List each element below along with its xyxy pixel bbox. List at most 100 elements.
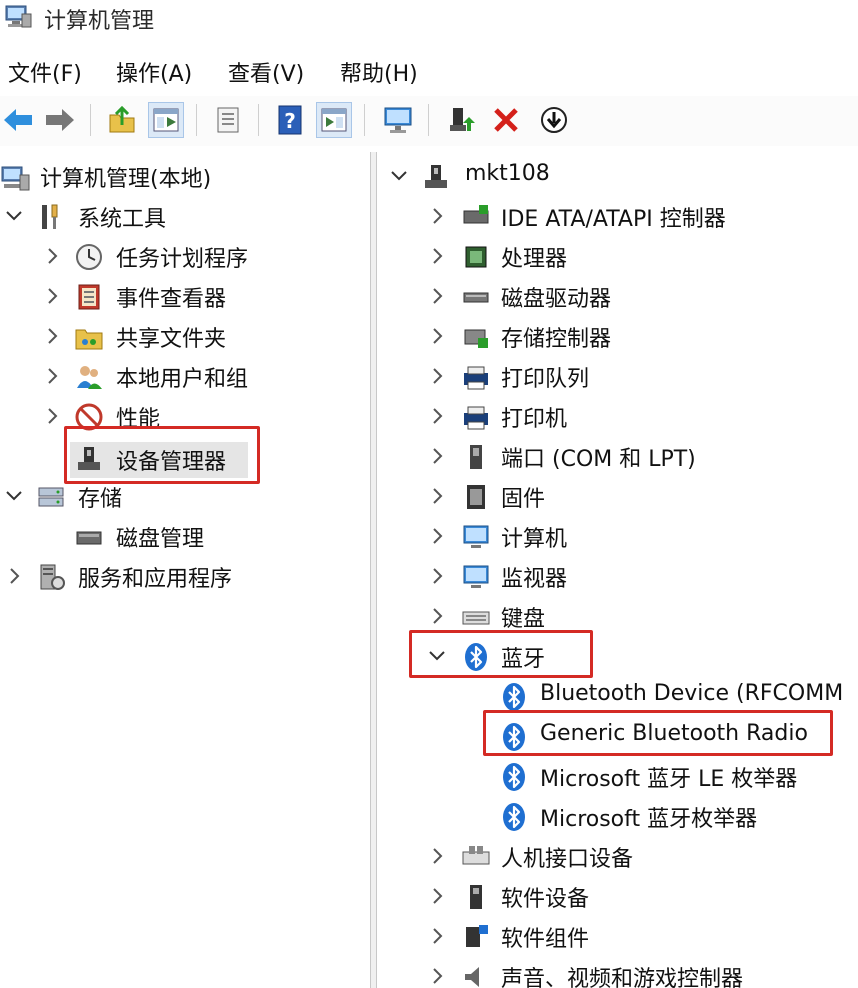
tree-item-system-tools[interactable]: 系统工具 <box>0 198 370 236</box>
chevron-right-icon[interactable] <box>427 486 447 506</box>
chevron-right-icon[interactable] <box>427 446 447 466</box>
chevron-right-icon[interactable] <box>427 206 447 226</box>
bluetooth-ms-enumerator[interactable]: Microsoft 蓝牙枚举器 <box>377 798 858 836</box>
uninstall-device-button[interactable] <box>488 102 524 138</box>
firmware-icon <box>467 485 485 509</box>
computer-name: mkt108 <box>465 161 550 186</box>
chevron-right-icon[interactable] <box>427 406 447 426</box>
device-label: Microsoft 蓝牙 LE 枚举器 <box>540 767 798 792</box>
category-label: 声音、视频和游戏控制器 <box>501 967 744 988</box>
chevron-right-icon[interactable] <box>427 326 447 346</box>
computer-device-icon <box>425 165 447 188</box>
chevron-right-icon[interactable] <box>42 406 62 426</box>
toolbar: ? <box>0 96 858 146</box>
menu-help[interactable]: 帮助(H) <box>340 56 418 88</box>
category-label: 处理器 <box>501 247 568 272</box>
action-pane-button[interactable] <box>316 102 352 138</box>
chevron-down-icon[interactable] <box>389 166 409 186</box>
category-item[interactable]: 固件 <box>377 478 858 516</box>
tools-icon <box>42 204 58 229</box>
chevron-down-icon[interactable] <box>4 486 24 506</box>
menu-view[interactable]: 查看(V) <box>228 56 304 88</box>
pane-splitter[interactable] <box>370 152 377 988</box>
uninstall-icon <box>494 108 518 132</box>
tree-item-shared-folders[interactable]: 共享文件夹 <box>0 318 370 356</box>
category-item[interactable]: 存储控制器 <box>377 318 858 356</box>
chevron-right-icon[interactable] <box>427 886 447 906</box>
disable-device-button[interactable] <box>536 102 572 138</box>
chevron-right-icon[interactable] <box>427 566 447 586</box>
category-item[interactable]: 打印队列 <box>377 358 858 396</box>
category-item[interactable]: 监视器 <box>377 558 858 596</box>
disk-icon <box>76 531 102 545</box>
chevron-right-icon[interactable] <box>42 286 62 306</box>
computer-icon <box>463 525 489 548</box>
tree-item-services-apps[interactable]: 服务和应用程序 <box>0 558 370 596</box>
properties-button[interactable] <box>210 102 246 138</box>
show-hide-tree-button[interactable] <box>148 102 184 138</box>
device-tree-pane: mkt108 IDE ATA/ATAPI 控制器处理器磁盘驱动器 存储控制器打印队… <box>377 152 858 988</box>
category-item[interactable]: 软件组件 <box>377 918 858 956</box>
category-item[interactable]: 计算机 <box>377 518 858 556</box>
tree-label: 磁盘管理 <box>116 527 205 552</box>
category-item[interactable]: 人机接口设备 <box>377 838 858 876</box>
help-button[interactable]: ? <box>272 102 308 138</box>
bluetooth-icon <box>503 803 525 831</box>
software-device-icon <box>470 885 482 909</box>
chevron-right-icon[interactable] <box>427 846 447 866</box>
tree-item-disk-management[interactable]: 磁盘管理 <box>0 518 370 556</box>
category-item[interactable]: 处理器 <box>377 238 858 276</box>
up-folder-icon <box>109 105 135 133</box>
menu-action[interactable]: 操作(A) <box>116 56 192 88</box>
properties-icon <box>217 107 239 133</box>
tree-item-event-viewer[interactable]: 事件查看器 <box>0 278 370 316</box>
forward-icon <box>46 109 74 131</box>
category-item[interactable]: 声音、视频和游戏控制器 <box>377 958 858 988</box>
category-label: 计算机 <box>501 527 568 552</box>
menu-file[interactable]: 文件(F) <box>8 56 82 88</box>
tree-item-local-users[interactable]: 本地用户和组 <box>0 358 370 396</box>
forward-button[interactable] <box>42 102 78 138</box>
chevron-right-icon[interactable] <box>427 286 447 306</box>
category-item[interactable]: IDE ATA/ATAPI 控制器 <box>377 198 858 236</box>
svg-text:?: ? <box>284 109 296 133</box>
category-item[interactable]: 软件设备 <box>377 878 858 916</box>
chevron-right-icon[interactable] <box>42 246 62 266</box>
category-label: 监视器 <box>501 567 568 592</box>
software-component-icon <box>466 925 488 947</box>
category-item[interactable]: 打印机 <box>377 398 858 436</box>
chevron-right-icon[interactable] <box>427 926 447 946</box>
printer-icon <box>464 406 488 430</box>
show-hide-tree-icon <box>153 108 179 132</box>
print-queue-icon <box>464 366 488 390</box>
chevron-right-icon[interactable] <box>42 366 62 386</box>
chevron-right-icon[interactable] <box>427 966 447 986</box>
category-label: 打印队列 <box>501 367 590 392</box>
chevron-right-icon[interactable] <box>427 526 447 546</box>
chevron-right-icon[interactable] <box>427 606 447 626</box>
category-item[interactable]: 端口 (COM 和 LPT) <box>377 438 858 476</box>
tree-item-storage[interactable]: 存储 <box>0 478 370 516</box>
category-item[interactable]: 磁盘驱动器 <box>377 278 858 316</box>
tree-item-task-scheduler[interactable]: 任务计划程序 <box>0 238 370 276</box>
chevron-right-icon[interactable] <box>427 366 447 386</box>
chevron-right-icon[interactable] <box>42 326 62 346</box>
highlight-bluetooth <box>409 630 593 678</box>
bluetooth-icon <box>503 763 525 791</box>
device-root-computer[interactable]: mkt108 <box>377 158 858 196</box>
event-log-icon <box>78 284 100 310</box>
users-icon <box>77 366 102 389</box>
bluetooth-ms-le-enumerator[interactable]: Microsoft 蓝牙 LE 枚举器 <box>377 758 858 796</box>
scan-hardware-button[interactable] <box>380 102 416 138</box>
tree-item-root[interactable]: 计算机管理(本地) <box>0 158 370 196</box>
sound-icon <box>465 967 479 987</box>
category-label: 打印机 <box>501 407 568 432</box>
up-folder-button[interactable] <box>104 102 140 138</box>
back-button[interactable] <box>0 102 36 138</box>
chevron-down-icon[interactable] <box>4 206 24 226</box>
tree-label: 事件查看器 <box>116 287 227 312</box>
chevron-right-icon[interactable] <box>427 246 447 266</box>
highlight-generic-bluetooth-radio <box>483 710 833 756</box>
chevron-right-icon[interactable] <box>4 566 24 586</box>
update-driver-button[interactable] <box>444 102 480 138</box>
